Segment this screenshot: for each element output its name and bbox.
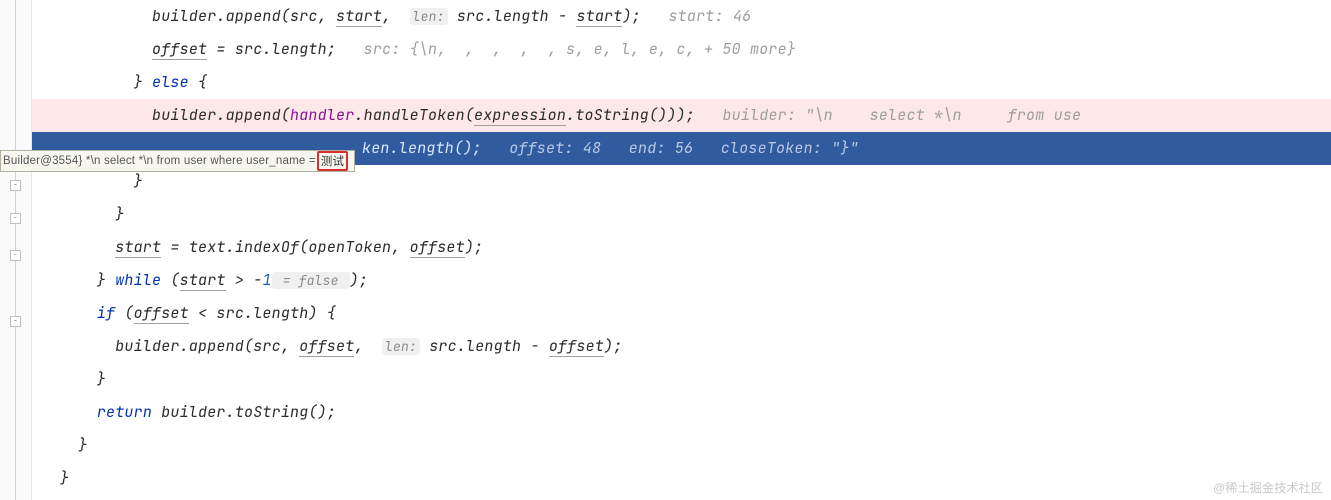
tooltip-text: Builder@3554} *\n select *\n from user w… (3, 155, 316, 167)
variable-offset: offset (152, 39, 207, 60)
variable-start: start (336, 6, 382, 27)
variable-start: start (180, 270, 226, 291)
code-line[interactable]: } else { (32, 66, 1331, 99)
fold-marker-icon[interactable]: − (10, 180, 21, 191)
variable-offset: offset (549, 336, 604, 357)
inline-debug-hint: offset: 48 end: 56 closeToken: "}" (509, 138, 859, 158)
variable-start: start (576, 6, 622, 27)
fold-marker-icon[interactable]: − (10, 213, 21, 224)
code-line[interactable]: return builder.toString(); (32, 396, 1331, 429)
code-line[interactable]: } (32, 429, 1331, 462)
code-line[interactable]: } (32, 198, 1331, 231)
inline-eval-hint: = false (272, 272, 350, 289)
inline-debug-hint: start: 46 (668, 6, 751, 26)
code-line[interactable]: } (32, 363, 1331, 396)
keyword-if: if (97, 303, 115, 323)
keyword-return: return (97, 402, 152, 422)
code-line-highlighted[interactable]: builder.append(handler.handleToken(expre… (32, 99, 1331, 132)
variable-offset: offset (299, 336, 354, 357)
variable-offset: offset (134, 303, 189, 324)
field-handler: handler (290, 105, 354, 125)
param-hint: len: (382, 338, 420, 355)
tooltip-highlight-box: 测试 (317, 151, 348, 171)
code-line[interactable]: if (offset < src.length) { (32, 297, 1331, 330)
watermark-text: @稀土掘金技术社区 (1213, 479, 1323, 496)
number-literal: 1 (262, 270, 271, 290)
inline-debug-hint: builder: "\n select *\n from use (722, 105, 1081, 125)
fold-marker-icon[interactable]: − (10, 250, 21, 261)
keyword-while: while (115, 270, 161, 290)
code-line[interactable]: start = text.indexOf(openToken, offset); (32, 231, 1331, 264)
code-line[interactable]: builder.append(src, start, len: src.leng… (32, 0, 1331, 33)
editor-gutter: − − − − (0, 0, 32, 500)
variable-start: start (115, 237, 161, 258)
variable-expression: expression (474, 105, 566, 126)
fold-marker-icon[interactable]: − (10, 316, 21, 327)
param-hint: len: (410, 8, 448, 25)
inline-debug-hint: src: {\n, , , , , s, e, l, e, c, + 50 mo… (364, 39, 796, 59)
code-line[interactable]: builder.append(src, offset, len: src.len… (32, 330, 1331, 363)
debug-value-tooltip[interactable]: Builder@3554} *\n select *\n from user w… (0, 150, 355, 172)
code-line[interactable]: } while (start > -1 = false ); (32, 264, 1331, 297)
variable-offset: offset (410, 237, 465, 258)
keyword-else: else (152, 72, 189, 92)
code-line[interactable]: } (32, 462, 1331, 495)
code-line[interactable]: offset = src.length; src: {\n, , , , , s… (32, 33, 1331, 66)
code-editor[interactable]: builder.append(src, start, len: src.leng… (32, 0, 1331, 495)
